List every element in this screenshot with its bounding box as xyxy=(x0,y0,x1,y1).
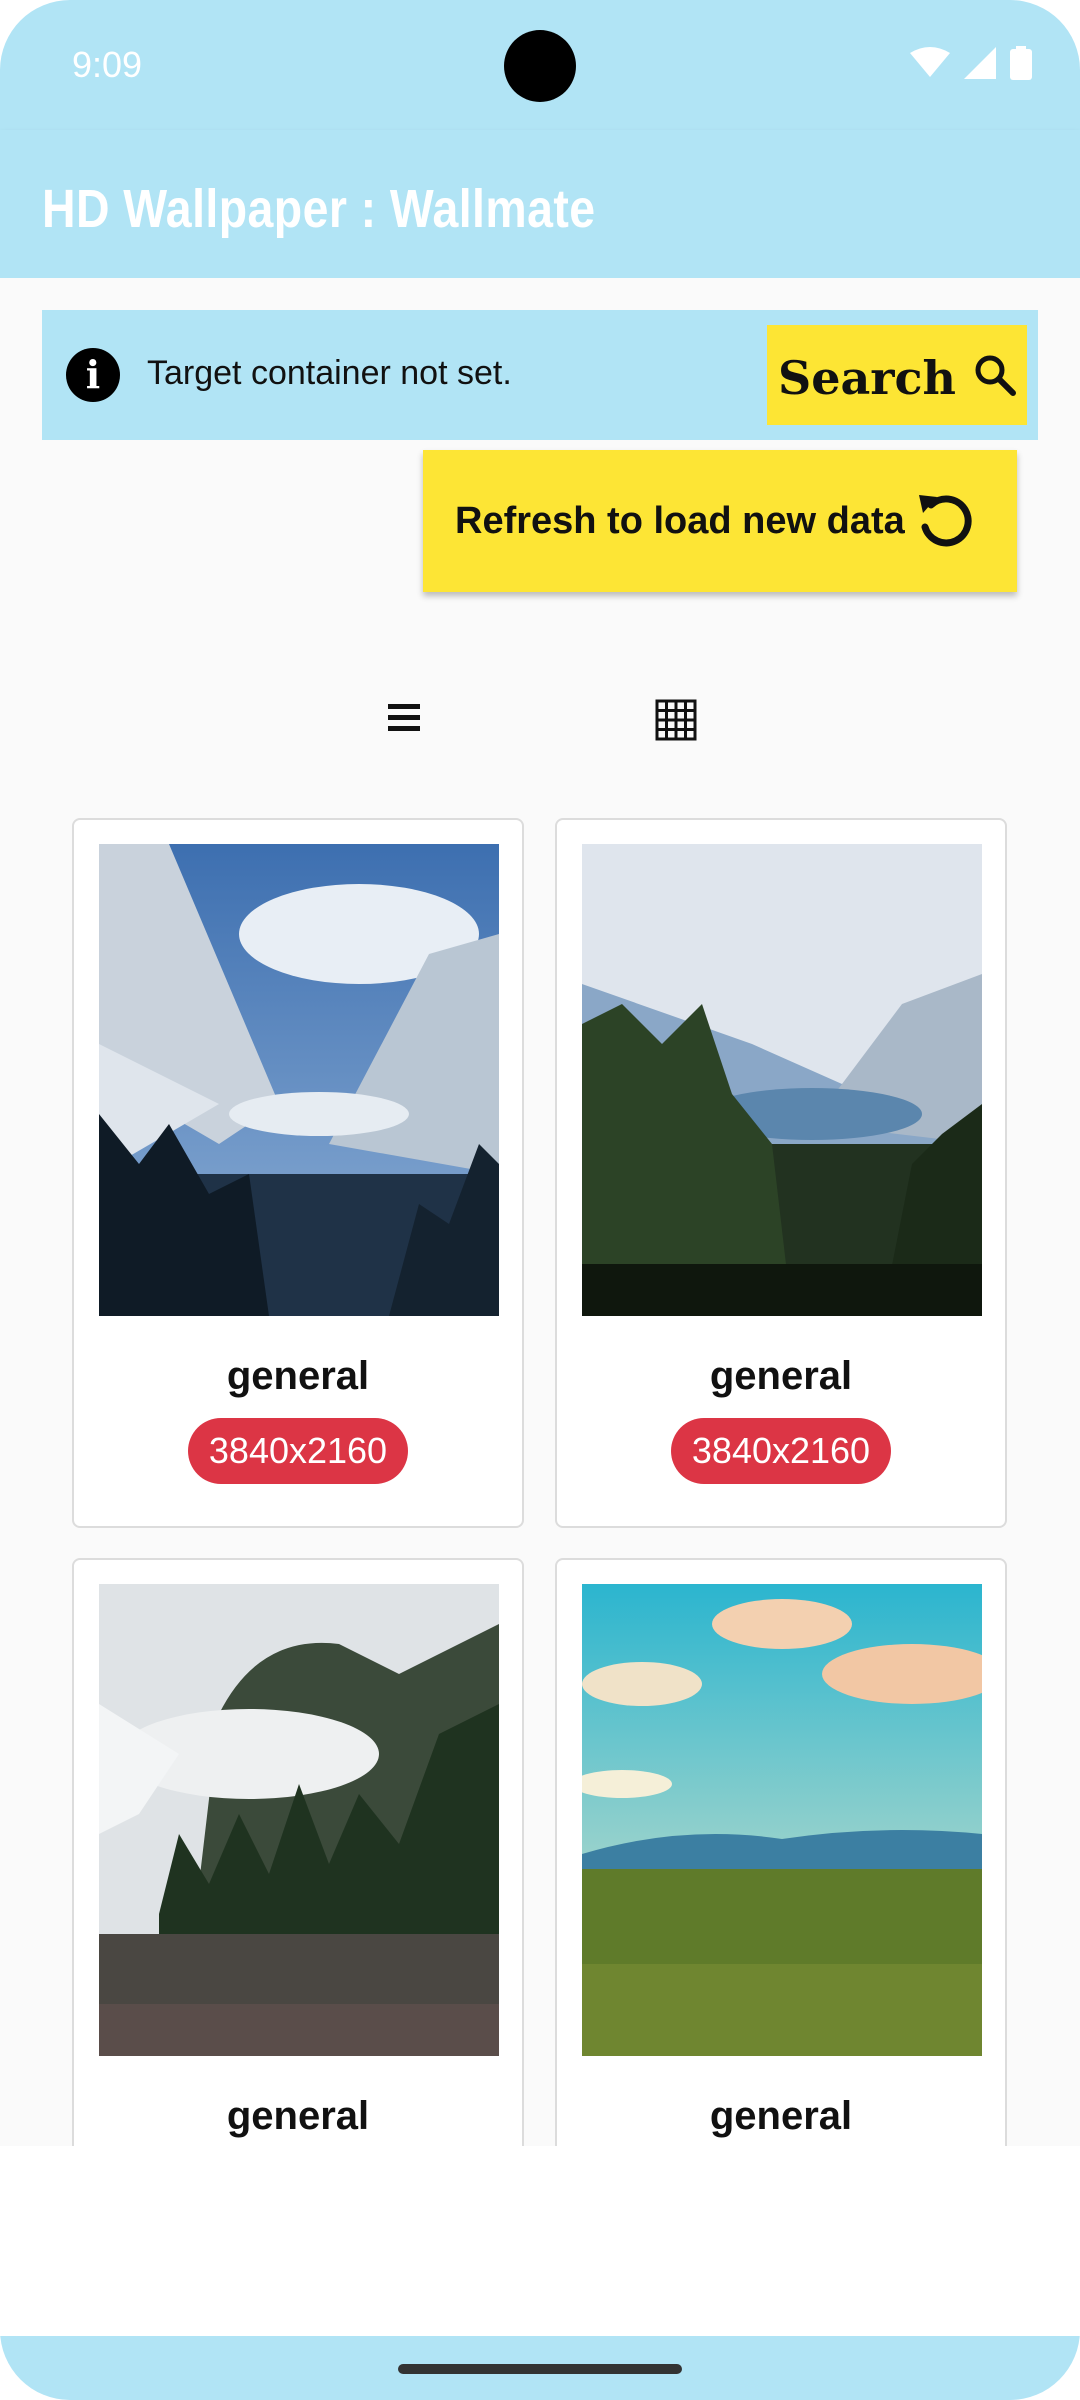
status-time: 9:09 xyxy=(72,44,143,85)
wallpaper-category: general xyxy=(226,1354,370,1398)
wallpaper-category: general xyxy=(709,2094,853,2138)
wallpaper-thumbnail[interactable] xyxy=(582,1584,982,2056)
wallpaper-category: general xyxy=(226,2094,370,2138)
home-indicator[interactable] xyxy=(398,2364,682,2374)
refresh-button-label: Refresh to load new data xyxy=(455,499,905,542)
app-bar: HD Wallpaper : Wallmate xyxy=(0,130,1080,278)
wallpaper-thumbnail[interactable] xyxy=(99,1584,499,2056)
wallpaper-card[interactable]: general xyxy=(555,1558,1007,2146)
search-button-label: Search xyxy=(778,351,956,405)
battery-icon xyxy=(1010,46,1032,80)
status-bar: 9:09 xyxy=(0,0,1080,130)
main-content[interactable]: i Target container not set. Search Refre… xyxy=(0,278,1080,2146)
signal-icon xyxy=(964,47,996,79)
resolution-badge: 3840x2160 xyxy=(188,1418,408,1484)
grid-view-icon[interactable] xyxy=(654,698,698,742)
list-view-icon[interactable] xyxy=(384,698,424,738)
screen: 9:09 HD Wallpaper : Wallmate i Target co… xyxy=(0,0,1080,2400)
app-title: HD Wallpaper : Wallmate xyxy=(42,179,596,239)
wallpaper-card[interactable]: general 3840x2160 xyxy=(72,818,524,1528)
wallpaper-category: general xyxy=(709,1354,853,1398)
wallpaper-card[interactable]: general xyxy=(72,1558,524,2146)
search-icon xyxy=(975,355,1016,396)
info-bar: i Target container not set. Search xyxy=(42,310,1038,440)
info-icon: i xyxy=(66,348,120,402)
wallpaper-thumbnail[interactable] xyxy=(99,844,499,1316)
refresh-button[interactable]: Refresh to load new data xyxy=(423,450,1017,592)
camera-cutout xyxy=(504,30,576,102)
info-message: Target container not set. xyxy=(147,354,512,392)
wifi-icon xyxy=(910,47,950,77)
wallpaper-thumbnail[interactable] xyxy=(582,844,982,1316)
wallpaper-card[interactable]: general 3840x2160 xyxy=(555,818,1007,1528)
resolution-badge: 3840x2160 xyxy=(671,1418,891,1484)
status-icons xyxy=(910,46,1032,80)
refresh-icon xyxy=(919,495,972,547)
search-button[interactable]: Search xyxy=(767,325,1027,425)
